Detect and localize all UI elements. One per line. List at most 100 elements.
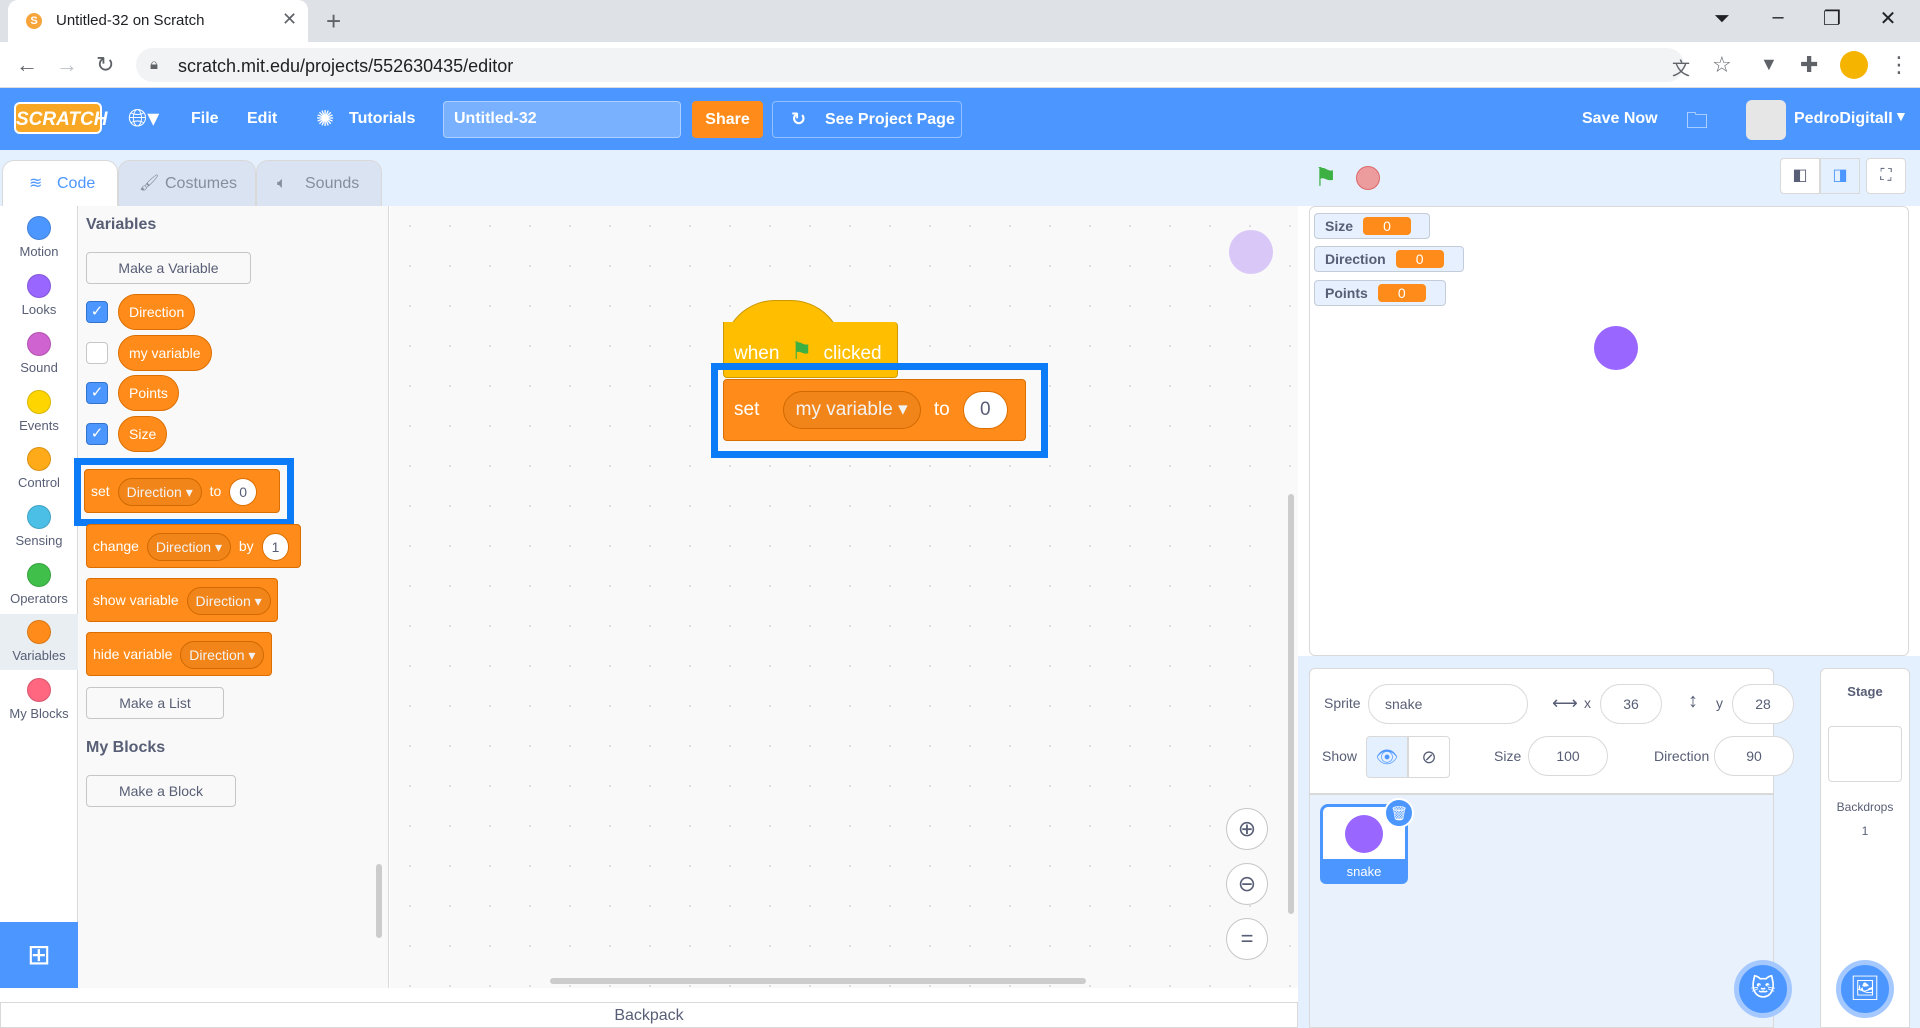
- account-chevron-down-icon[interactable]: ▼: [1894, 108, 1908, 124]
- y-input[interactable]: 28: [1732, 684, 1794, 724]
- forward-icon[interactable]: →: [56, 52, 78, 78]
- backpack[interactable]: Backpack: [0, 1002, 1298, 1028]
- category-sound[interactable]: Sound: [0, 326, 78, 382]
- size-monitor[interactable]: Size 0: [1314, 213, 1430, 239]
- restore-icon[interactable]: ❐: [1812, 6, 1852, 31]
- stop-icon[interactable]: [1356, 166, 1380, 190]
- my-variable-reporter[interactable]: my variable: [118, 335, 212, 371]
- green-flag-run-icon[interactable]: ⚑: [1314, 162, 1337, 193]
- set-variable-dropdown[interactable]: Direction ▾: [117, 478, 202, 507]
- choose-backdrop-icon[interactable]: 🖼︎: [1836, 960, 1894, 1018]
- hide-eye-icon[interactable]: ⊘: [1408, 736, 1450, 778]
- set-value-input[interactable]: 0: [229, 478, 258, 507]
- bookmark-star-icon[interactable]: ☆: [1712, 52, 1732, 78]
- url-text[interactable]: scratch.mit.edu/projects/552630435/edito…: [178, 56, 513, 77]
- category-control[interactable]: Control: [0, 441, 78, 497]
- workspace-horizontal-scrollbar[interactable]: [550, 978, 1086, 984]
- category-sensing[interactable]: Sensing: [0, 499, 78, 555]
- file-menu[interactable]: File: [191, 110, 219, 128]
- see-project-page-button[interactable]: ↻ See Project Page: [772, 101, 962, 138]
- tutorials-menu[interactable]: Tutorials: [349, 110, 415, 128]
- script-set-variable-block[interactable]: set my variable ▾ to 0: [723, 379, 1026, 441]
- change-value-input[interactable]: 1: [261, 533, 290, 562]
- palette-change-variable-block[interactable]: change Direction ▾ by 1: [86, 524, 301, 568]
- zoom-out-icon[interactable]: ⊖: [1226, 863, 1268, 905]
- tab-code[interactable]: ≋ Code: [2, 160, 118, 206]
- new-tab-icon[interactable]: +: [326, 6, 341, 37]
- back-icon[interactable]: ←: [16, 52, 38, 78]
- direction-monitor[interactable]: Direction 0: [1314, 246, 1464, 272]
- my-stuff-folder-icon[interactable]: 🗀: [1686, 104, 1708, 142]
- profile-avatar-icon[interactable]: [1840, 51, 1868, 79]
- close-tab-icon[interactable]: ✕: [282, 9, 297, 30]
- category-looks[interactable]: Looks: [0, 268, 78, 324]
- category-label: Operators: [10, 591, 68, 606]
- direction-reporter[interactable]: Direction: [118, 294, 196, 330]
- project-title-input[interactable]: Untitled-32: [443, 101, 681, 138]
- palette-scrollbar[interactable]: [376, 864, 382, 938]
- show-eye-icon[interactable]: 👁︎: [1366, 736, 1408, 778]
- category-events[interactable]: Events: [0, 384, 78, 440]
- change-variable-dropdown[interactable]: Direction ▾: [146, 533, 231, 562]
- size-checkbox[interactable]: ✓: [86, 423, 108, 445]
- direction-checkbox[interactable]: ✓: [86, 301, 108, 323]
- tab-sounds[interactable]: 🔈︎ Sounds: [256, 160, 382, 206]
- make-block-button[interactable]: Make a Block: [86, 775, 236, 807]
- profile-menu-icon[interactable]: ⏷: [1702, 8, 1742, 31]
- chrome-menu-icon[interactable]: ⋮: [1888, 52, 1910, 78]
- small-stage-icon[interactable]: ◧: [1780, 158, 1820, 194]
- show-variable-dropdown[interactable]: Direction ▾: [186, 587, 271, 616]
- category-motion[interactable]: Motion: [0, 210, 78, 266]
- add-extension-button[interactable]: ⊞: [0, 922, 78, 988]
- username[interactable]: PedroDigitalI: [1794, 110, 1893, 128]
- palette-set-variable-block[interactable]: set Direction ▾ to 0: [84, 469, 280, 513]
- category-my-blocks[interactable]: My Blocks: [0, 672, 78, 728]
- size-reporter[interactable]: Size: [118, 416, 168, 452]
- category-operators[interactable]: Operators: [0, 557, 78, 613]
- category-dot-icon: [27, 216, 51, 240]
- language-globe-icon[interactable]: 🌐︎▾: [128, 104, 159, 133]
- category-variables[interactable]: Variables: [0, 614, 78, 670]
- make-list-button[interactable]: Make a List: [86, 687, 224, 719]
- workspace-vertical-scrollbar[interactable]: [1288, 494, 1294, 914]
- reload-icon[interactable]: ↻: [96, 52, 114, 78]
- remix-arrows-icon: ↻: [791, 109, 807, 129]
- extensions-puzzle-icon[interactable]: ✚: [1800, 52, 1818, 78]
- share-button[interactable]: Share: [692, 101, 763, 138]
- delete-sprite-trash-icon[interactable]: 🗑︎: [1384, 798, 1414, 828]
- choose-sprite-cat-icon[interactable]: 🐱︎: [1734, 960, 1792, 1018]
- size-input[interactable]: 100: [1528, 736, 1608, 776]
- points-monitor[interactable]: Points 0: [1314, 280, 1446, 306]
- palette-show-variable-block[interactable]: show variable Direction ▾: [86, 578, 278, 622]
- user-avatar[interactable]: [1746, 100, 1786, 140]
- minimize-icon[interactable]: –: [1758, 6, 1798, 29]
- palette-hide-variable-block[interactable]: hide variable Direction ▾: [86, 632, 272, 676]
- translate-icon[interactable]: 文: [1672, 55, 1690, 81]
- snake-sprite[interactable]: [1594, 326, 1638, 370]
- points-checkbox[interactable]: ✓: [86, 382, 108, 404]
- save-now-button[interactable]: Save Now: [1582, 110, 1658, 128]
- script-set-value-input[interactable]: 0: [963, 390, 1008, 429]
- stage-thumbnail[interactable]: [1828, 726, 1902, 782]
- make-variable-button[interactable]: Make a Variable: [86, 252, 251, 284]
- sprite-name-input[interactable]: snake: [1368, 684, 1528, 724]
- extension-icon[interactable]: ▼: [1760, 54, 1778, 75]
- hide-variable-dropdown[interactable]: Direction ▾: [180, 641, 265, 670]
- direction-input[interactable]: 90: [1714, 736, 1794, 776]
- script-variable-dropdown[interactable]: my variable ▾: [782, 390, 921, 429]
- zoom-in-icon[interactable]: ⊕: [1226, 808, 1268, 850]
- x-input[interactable]: 36: [1600, 684, 1662, 724]
- stage-canvas[interactable]: [1309, 206, 1909, 656]
- category-label: My Blocks: [9, 706, 69, 721]
- normal-stage-icon[interactable]: ◨: [1820, 158, 1860, 194]
- browser-tab[interactable]: S Untitled-32 on Scratch ✕: [8, 0, 308, 42]
- tab-costumes[interactable]: 🖌︎ Costumes: [118, 160, 256, 206]
- edit-menu[interactable]: Edit: [247, 110, 277, 128]
- points-reporter[interactable]: Points: [118, 375, 179, 411]
- close-window-icon[interactable]: ✕: [1868, 6, 1908, 31]
- zoom-reset-icon[interactable]: =: [1226, 918, 1268, 960]
- fullscreen-icon[interactable]: ⛶: [1866, 158, 1906, 194]
- tutorials-lightbulb-icon[interactable]: ✺: [316, 106, 334, 132]
- my-variable-checkbox[interactable]: [86, 342, 108, 364]
- scratch-logo[interactable]: SCRATCH: [14, 102, 107, 134]
